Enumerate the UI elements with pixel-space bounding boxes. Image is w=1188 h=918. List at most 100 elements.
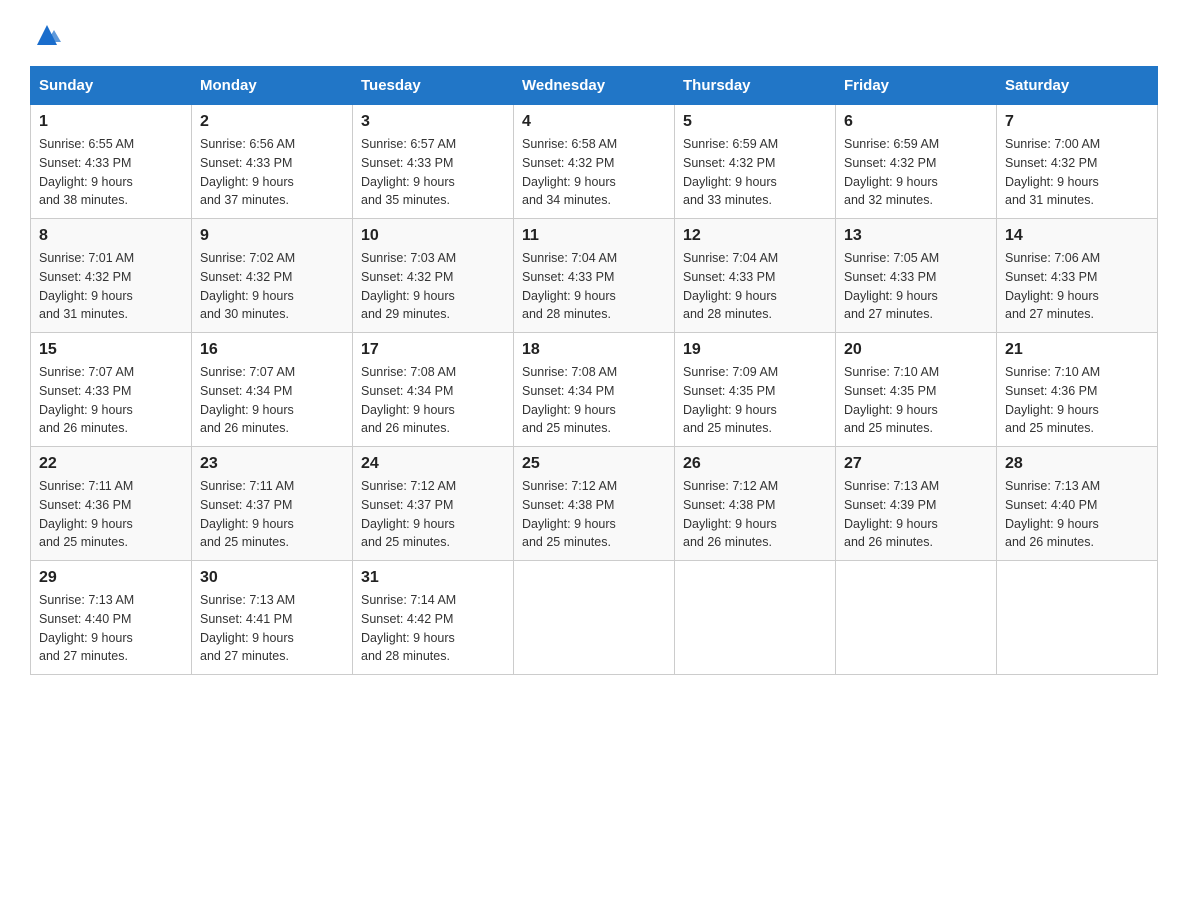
calendar-cell: 6 Sunrise: 6:59 AM Sunset: 4:32 PM Dayli… [836,105,997,219]
weekday-header-thursday: Thursday [675,67,836,105]
day-info: Sunrise: 6:58 AM Sunset: 4:32 PM Dayligh… [522,135,666,210]
day-number: 2 [200,113,344,131]
weekday-header-saturday: Saturday [997,67,1158,105]
day-info: Sunrise: 6:59 AM Sunset: 4:32 PM Dayligh… [844,135,988,210]
calendar-cell: 15 Sunrise: 7:07 AM Sunset: 4:33 PM Dayl… [31,333,192,447]
day-number: 13 [844,227,988,245]
day-number: 25 [522,455,666,473]
day-info: Sunrise: 7:06 AM Sunset: 4:33 PM Dayligh… [1005,249,1149,324]
calendar-cell: 22 Sunrise: 7:11 AM Sunset: 4:36 PM Dayl… [31,447,192,561]
day-number: 10 [361,227,505,245]
day-number: 5 [683,113,827,131]
day-number: 31 [361,569,505,587]
day-info: Sunrise: 6:55 AM Sunset: 4:33 PM Dayligh… [39,135,183,210]
day-number: 7 [1005,113,1149,131]
weekday-header-row: SundayMondayTuesdayWednesdayThursdayFrid… [31,67,1158,105]
day-number: 12 [683,227,827,245]
day-info: Sunrise: 7:08 AM Sunset: 4:34 PM Dayligh… [522,363,666,438]
calendar-cell: 28 Sunrise: 7:13 AM Sunset: 4:40 PM Dayl… [997,447,1158,561]
calendar-cell: 14 Sunrise: 7:06 AM Sunset: 4:33 PM Dayl… [997,219,1158,333]
calendar-cell: 1 Sunrise: 6:55 AM Sunset: 4:33 PM Dayli… [31,105,192,219]
calendar-cell: 2 Sunrise: 6:56 AM Sunset: 4:33 PM Dayli… [192,105,353,219]
day-info: Sunrise: 7:13 AM Sunset: 4:40 PM Dayligh… [1005,477,1149,552]
day-number: 9 [200,227,344,245]
day-number: 11 [522,227,666,245]
calendar-cell: 26 Sunrise: 7:12 AM Sunset: 4:38 PM Dayl… [675,447,836,561]
day-number: 27 [844,455,988,473]
week-row-5: 29 Sunrise: 7:13 AM Sunset: 4:40 PM Dayl… [31,561,1158,675]
day-info: Sunrise: 7:11 AM Sunset: 4:37 PM Dayligh… [200,477,344,552]
day-number: 24 [361,455,505,473]
day-number: 28 [1005,455,1149,473]
week-row-4: 22 Sunrise: 7:11 AM Sunset: 4:36 PM Dayl… [31,447,1158,561]
day-number: 19 [683,341,827,359]
calendar-cell: 5 Sunrise: 6:59 AM Sunset: 4:32 PM Dayli… [675,105,836,219]
calendar-cell: 10 Sunrise: 7:03 AM Sunset: 4:32 PM Dayl… [353,219,514,333]
page-header [30,20,1158,46]
calendar-cell [514,561,675,675]
day-info: Sunrise: 7:00 AM Sunset: 4:32 PM Dayligh… [1005,135,1149,210]
day-number: 22 [39,455,183,473]
day-number: 18 [522,341,666,359]
calendar-cell: 25 Sunrise: 7:12 AM Sunset: 4:38 PM Dayl… [514,447,675,561]
calendar-cell: 16 Sunrise: 7:07 AM Sunset: 4:34 PM Dayl… [192,333,353,447]
calendar-table: SundayMondayTuesdayWednesdayThursdayFrid… [30,66,1158,675]
calendar-cell: 3 Sunrise: 6:57 AM Sunset: 4:33 PM Dayli… [353,105,514,219]
day-number: 8 [39,227,183,245]
day-info: Sunrise: 7:03 AM Sunset: 4:32 PM Dayligh… [361,249,505,324]
weekday-header-monday: Monday [192,67,353,105]
weekday-header-wednesday: Wednesday [514,67,675,105]
calendar-cell: 20 Sunrise: 7:10 AM Sunset: 4:35 PM Dayl… [836,333,997,447]
day-info: Sunrise: 6:56 AM Sunset: 4:33 PM Dayligh… [200,135,344,210]
day-number: 23 [200,455,344,473]
calendar-cell: 21 Sunrise: 7:10 AM Sunset: 4:36 PM Dayl… [997,333,1158,447]
day-number: 3 [361,113,505,131]
day-info: Sunrise: 7:07 AM Sunset: 4:33 PM Dayligh… [39,363,183,438]
calendar-cell [836,561,997,675]
calendar-cell: 27 Sunrise: 7:13 AM Sunset: 4:39 PM Dayl… [836,447,997,561]
day-info: Sunrise: 7:12 AM Sunset: 4:38 PM Dayligh… [683,477,827,552]
calendar-cell [997,561,1158,675]
day-info: Sunrise: 7:12 AM Sunset: 4:37 PM Dayligh… [361,477,505,552]
calendar-cell: 12 Sunrise: 7:04 AM Sunset: 4:33 PM Dayl… [675,219,836,333]
day-info: Sunrise: 7:11 AM Sunset: 4:36 PM Dayligh… [39,477,183,552]
weekday-header-sunday: Sunday [31,67,192,105]
day-info: Sunrise: 7:07 AM Sunset: 4:34 PM Dayligh… [200,363,344,438]
day-info: Sunrise: 7:14 AM Sunset: 4:42 PM Dayligh… [361,591,505,666]
calendar-cell: 4 Sunrise: 6:58 AM Sunset: 4:32 PM Dayli… [514,105,675,219]
day-number: 1 [39,113,183,131]
logo-icon [32,20,62,50]
calendar-cell: 24 Sunrise: 7:12 AM Sunset: 4:37 PM Dayl… [353,447,514,561]
day-info: Sunrise: 7:10 AM Sunset: 4:36 PM Dayligh… [1005,363,1149,438]
day-number: 21 [1005,341,1149,359]
calendar-cell: 18 Sunrise: 7:08 AM Sunset: 4:34 PM Dayl… [514,333,675,447]
calendar-cell: 30 Sunrise: 7:13 AM Sunset: 4:41 PM Dayl… [192,561,353,675]
logo [30,20,64,50]
day-number: 26 [683,455,827,473]
day-info: Sunrise: 7:04 AM Sunset: 4:33 PM Dayligh… [683,249,827,324]
day-info: Sunrise: 7:12 AM Sunset: 4:38 PM Dayligh… [522,477,666,552]
week-row-3: 15 Sunrise: 7:07 AM Sunset: 4:33 PM Dayl… [31,333,1158,447]
calendar-cell: 31 Sunrise: 7:14 AM Sunset: 4:42 PM Dayl… [353,561,514,675]
day-number: 15 [39,341,183,359]
day-info: Sunrise: 6:57 AM Sunset: 4:33 PM Dayligh… [361,135,505,210]
weekday-header-friday: Friday [836,67,997,105]
calendar-cell: 19 Sunrise: 7:09 AM Sunset: 4:35 PM Dayl… [675,333,836,447]
day-info: Sunrise: 7:08 AM Sunset: 4:34 PM Dayligh… [361,363,505,438]
calendar-cell: 23 Sunrise: 7:11 AM Sunset: 4:37 PM Dayl… [192,447,353,561]
day-number: 4 [522,113,666,131]
day-number: 20 [844,341,988,359]
day-info: Sunrise: 7:02 AM Sunset: 4:32 PM Dayligh… [200,249,344,324]
calendar-cell: 8 Sunrise: 7:01 AM Sunset: 4:32 PM Dayli… [31,219,192,333]
day-info: Sunrise: 7:05 AM Sunset: 4:33 PM Dayligh… [844,249,988,324]
day-info: Sunrise: 7:04 AM Sunset: 4:33 PM Dayligh… [522,249,666,324]
day-number: 6 [844,113,988,131]
day-number: 17 [361,341,505,359]
calendar-cell: 11 Sunrise: 7:04 AM Sunset: 4:33 PM Dayl… [514,219,675,333]
weekday-header-tuesday: Tuesday [353,67,514,105]
calendar-cell: 13 Sunrise: 7:05 AM Sunset: 4:33 PM Dayl… [836,219,997,333]
day-info: Sunrise: 7:13 AM Sunset: 4:39 PM Dayligh… [844,477,988,552]
day-number: 29 [39,569,183,587]
day-info: Sunrise: 7:09 AM Sunset: 4:35 PM Dayligh… [683,363,827,438]
day-number: 16 [200,341,344,359]
